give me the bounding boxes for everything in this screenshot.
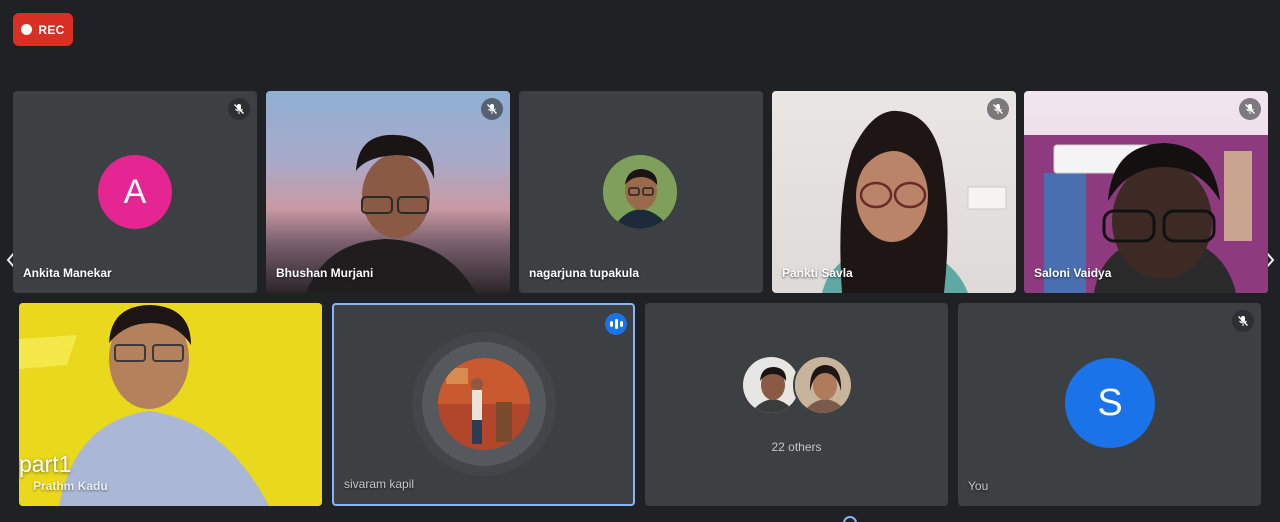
avatar: S [1065,358,1155,448]
page-indicator-icon [843,516,857,522]
others-tile[interactable]: 22 others [645,303,948,506]
avatar [741,355,801,415]
participant-name: sivaram kapil [344,477,415,491]
recording-badge: REC [13,13,73,46]
mic-off-icon[interactable] [1232,310,1254,332]
speaking-indicator-icon [605,313,627,335]
avatar-initial: S [1097,381,1123,424]
participant-tile-bhushan[interactable]: Bhushan Murjani [266,91,510,293]
mic-off-icon [1239,98,1261,120]
video-feed [1024,135,1268,293]
avatar: A [98,155,172,229]
participant-tile-saloni[interactable]: Saloni Vaidya [1024,91,1268,293]
participant-name: Ankita Manekar [23,266,112,280]
avatar [438,358,530,450]
participant-tile-pankti[interactable]: Pankti Savla [772,91,1016,293]
self-tile[interactable]: S You [958,303,1261,506]
participant-name: nagarjuna tupakula [529,266,640,280]
others-count: 22 others [771,440,822,454]
participant-name: Saloni Vaidya [1034,266,1112,280]
participant-tile-nagarjuna[interactable]: nagarjuna tupakula [519,91,763,293]
recording-part-label: part1 [19,451,72,477]
participant-tile-ankita[interactable]: A Ankita Manekar [13,91,257,293]
video-feed [822,110,1007,293]
participant-tile-sivaram[interactable]: sivaram kapil [332,303,635,506]
mic-off-icon [481,98,503,120]
recording-label: REC [38,22,65,37]
avatar-initial: A [123,172,147,211]
avatar [603,155,677,229]
mic-off-icon [987,98,1009,120]
participant-name: Prathm Kadu [33,479,108,493]
participant-name: You [968,479,989,493]
record-dot-icon [21,24,33,35]
participant-name: Bhushan Murjani [276,266,374,280]
mic-off-icon [228,98,250,120]
participant-name: Pankti Savla [782,266,853,280]
video-feed [306,134,476,293]
avatar [793,355,853,415]
